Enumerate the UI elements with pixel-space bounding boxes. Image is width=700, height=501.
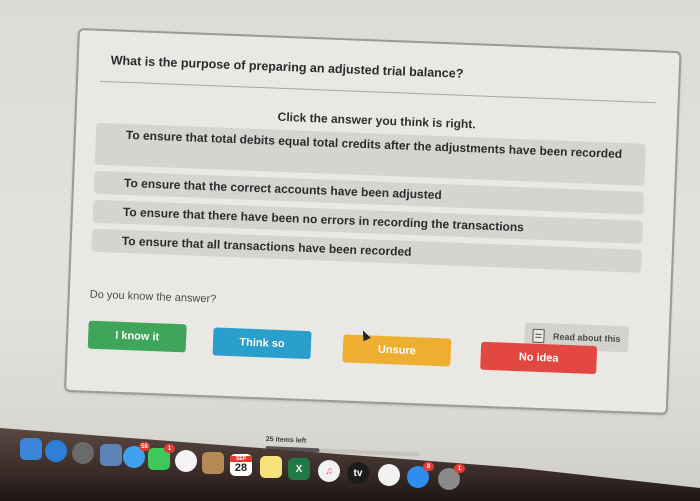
calendar-day: 28 bbox=[234, 462, 248, 474]
tv-icon[interactable]: tv bbox=[347, 462, 369, 484]
app-glyph: X bbox=[295, 463, 303, 475]
app-store-icon[interactable]: 8 bbox=[407, 462, 434, 488]
excel-icon[interactable]: X bbox=[288, 458, 310, 480]
messages-icon[interactable]: 58 bbox=[123, 442, 150, 468]
rocket-icon[interactable] bbox=[72, 442, 94, 464]
music-icon[interactable]: ♫ bbox=[318, 460, 340, 482]
calendar-icon[interactable]: SEP 28 bbox=[230, 454, 252, 476]
app-glyph: ♫ bbox=[325, 465, 333, 477]
photos-icon[interactable] bbox=[175, 450, 197, 472]
app-glyph: tv bbox=[353, 467, 363, 479]
notification-badge: 1 bbox=[164, 444, 175, 453]
answer-options: To ensure that total debits equal total … bbox=[91, 122, 646, 279]
notification-badge: 1 bbox=[454, 464, 465, 473]
notification-badge: 8 bbox=[423, 462, 434, 471]
finder-icon[interactable] bbox=[20, 438, 42, 460]
safari-icon[interactable] bbox=[45, 440, 67, 462]
preview-icon[interactable] bbox=[100, 444, 122, 466]
dock-icons: 58 1 SEP 28 X ♫ tv 8 1 bbox=[20, 438, 500, 498]
i-know-it-button[interactable]: I know it bbox=[87, 320, 187, 353]
settings-icon[interactable]: 1 bbox=[438, 464, 465, 490]
no-idea-button[interactable]: No idea bbox=[480, 341, 598, 375]
quiz-card: What is the purpose of preparing an adju… bbox=[64, 28, 682, 415]
question-divider bbox=[99, 80, 656, 104]
unsure-button[interactable]: Unsure bbox=[342, 334, 452, 367]
question-text: What is the purpose of preparing an adju… bbox=[110, 53, 464, 81]
facetime-icon[interactable]: 1 bbox=[148, 444, 175, 470]
notes-icon[interactable] bbox=[260, 456, 282, 478]
screen: What is the purpose of preparing an adju… bbox=[0, 0, 700, 501]
confidence-prompt: Do you know the answer? bbox=[89, 288, 217, 306]
contacts-icon[interactable] bbox=[202, 452, 224, 474]
news-icon[interactable] bbox=[378, 464, 400, 486]
think-so-button[interactable]: Think so bbox=[212, 327, 312, 360]
